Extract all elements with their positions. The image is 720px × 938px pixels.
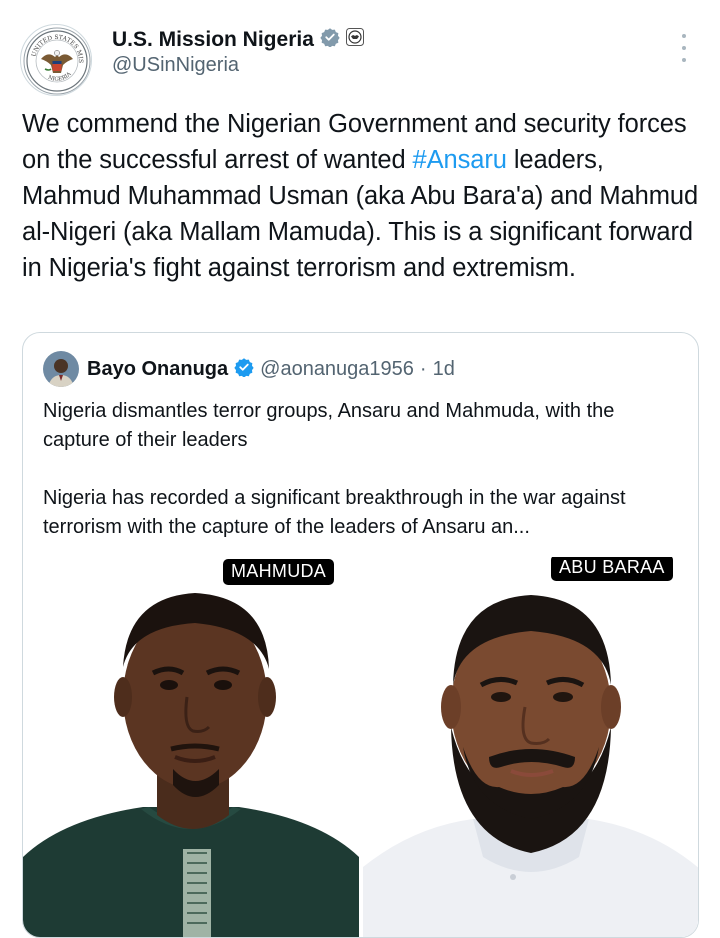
- quoted-author-avatar[interactable]: [43, 351, 79, 387]
- blue-verified-badge-icon[interactable]: [234, 357, 254, 382]
- photo-abu-baraa[interactable]: ABU BARAA: [363, 557, 698, 937]
- quoted-paragraph-1: Nigeria dismantles terror groups, Ansaru…: [43, 400, 615, 451]
- state-department-seal-mini-icon[interactable]: [345, 28, 364, 51]
- quoted-header: Bayo Onanuga @aonanuga1956 · 1d: [87, 357, 455, 382]
- quoted-text: Nigeria dismantles terror groups, Ansaru…: [43, 397, 683, 542]
- tweet-text: We commend the Nigerian Government and s…: [22, 106, 702, 286]
- photo-caption-abu-baraa: ABU BARAA: [551, 557, 673, 581]
- photo-caption-mahmuda: MAHMUDA: [223, 559, 335, 585]
- portrait-image: [23, 557, 359, 937]
- author-name-row: U.S. Mission Nigeria: [112, 27, 364, 52]
- quoted-media-grid: MAHMUDA ABU BARAA: [23, 557, 698, 937]
- person-avatar-icon: [43, 351, 79, 387]
- gray-verified-badge-icon[interactable]: [320, 27, 340, 52]
- quoted-display-name[interactable]: Bayo Onanuga: [87, 358, 228, 381]
- portrait-image: [363, 557, 698, 937]
- more-options-button[interactable]: [672, 34, 696, 62]
- author-avatar[interactable]: UNITED STATES MISSION NIGERIA: [20, 24, 92, 96]
- hashtag-link[interactable]: #Ansaru: [413, 146, 507, 174]
- vertical-ellipsis-icon: [682, 34, 686, 38]
- quoted-paragraph-2: Nigeria has recorded a significant break…: [43, 487, 626, 538]
- author-display-name[interactable]: U.S. Mission Nigeria: [112, 28, 314, 52]
- quoted-timestamp[interactable]: 1d: [433, 358, 455, 381]
- us-department-of-state-seal-icon: UNITED STATES MISSION NIGERIA: [21, 25, 91, 95]
- quoted-handle[interactable]: @aonanuga1956: [260, 358, 414, 381]
- photo-mahmuda[interactable]: MAHMUDA: [23, 557, 359, 937]
- quoted-tweet-card[interactable]: Bayo Onanuga @aonanuga1956 · 1d Nigeria …: [22, 332, 699, 938]
- quoted-separator: ·: [419, 358, 427, 380]
- tweet: UNITED STATES MISSION NIGERIA U.S. Missi…: [0, 0, 720, 938]
- author-handle[interactable]: @USinNigeria: [112, 54, 239, 77]
